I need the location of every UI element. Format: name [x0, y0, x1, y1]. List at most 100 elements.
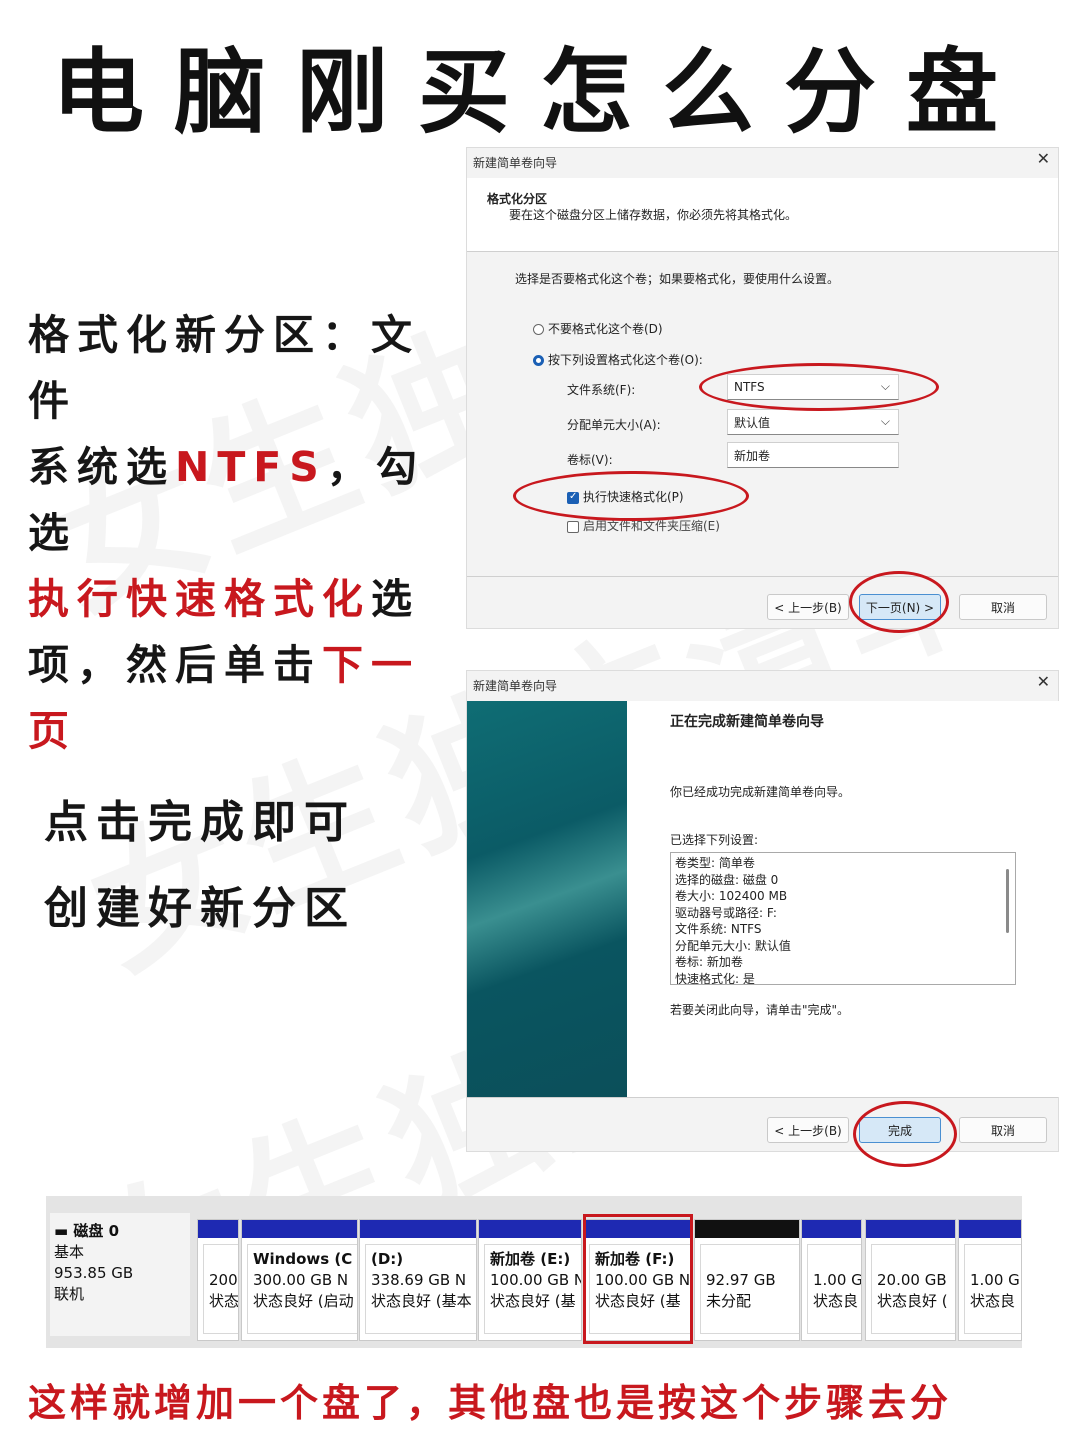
partition-details: 92.97 GB 未分配 — [700, 1244, 799, 1334]
close-icon[interactable]: ✕ — [1037, 149, 1050, 168]
radio-format[interactable]: 按下列设置格式化这个卷(O): — [533, 351, 703, 368]
divider — [467, 576, 1058, 577]
setting-line: 驱动器号或路径: F: — [675, 905, 777, 920]
chevron-down-icon: ⌵ — [880, 379, 890, 393]
highlighted-text: NTFS — [175, 443, 327, 491]
finish-button[interactable]: 完成 — [859, 1117, 941, 1143]
partition-block[interactable]: 1.00 G 状态良 — [801, 1219, 862, 1341]
filesystem-select[interactable]: NTFS ⌵ — [727, 374, 899, 400]
partition-status: 状态 — [209, 1292, 238, 1310]
partition-block[interactable]: 1.00 G 状态良 — [958, 1219, 1022, 1341]
partition-type-bar — [959, 1220, 1021, 1238]
radio-selected-icon — [533, 355, 544, 366]
scrollbar[interactable] — [1006, 869, 1009, 933]
instruction-text: 格式化新分区：文件 — [28, 311, 420, 425]
settings-summary-box[interactable]: 卷类型: 简单卷 选择的磁盘: 磁盘 0 卷大小: 102400 MB 驱动器号或路径… — [670, 852, 1016, 985]
partition-type-bar — [360, 1220, 476, 1238]
back-button[interactable]: < 上一步(B) — [767, 1117, 849, 1143]
checkbox-icon — [567, 520, 579, 533]
close-icon[interactable]: ✕ — [1037, 672, 1050, 691]
setting-line: 文件系统: NTFS — [675, 922, 762, 936]
disk-size: 953.85 GB — [54, 1264, 134, 1282]
cancel-button[interactable]: 取消 — [959, 594, 1047, 620]
back-button[interactable]: < 上一步(B) — [767, 594, 849, 620]
quick-format-checkbox[interactable]: 执行快速格式化(P) — [567, 488, 684, 505]
format-prompt: 选择是否要格式化这个卷；如果要格式化，要使用什么设置。 — [515, 272, 840, 286]
wizard-content: 正在完成新建简单卷向导 你已经成功完成新建简单卷向导。 已选择下列设置: 卷类型… — [627, 701, 1059, 1097]
header-description: 要在这个磁盘分区上储存数据，你必须先将其格式化。 — [509, 208, 798, 222]
partition-block[interactable]: 20.00 GB 状态良好 ( — [865, 1219, 956, 1341]
disk-type: 基本 — [54, 1243, 85, 1261]
instruction-text: 项，然后单击 — [28, 641, 322, 689]
partition-block[interactable]: 92.97 GB 未分配 — [694, 1219, 800, 1341]
partition-details: 20.00 GB 状态良好 ( — [871, 1244, 955, 1334]
bottom-note: 这样就增加一个盘了，其他盘也是按这个步骤去分 — [28, 1381, 953, 1425]
partition-type-bar — [866, 1220, 955, 1238]
partition-size: 1.00 G — [813, 1271, 861, 1289]
step2-line: 点击完成即可 — [44, 797, 356, 848]
partition-status: 状态良 — [813, 1292, 859, 1310]
format-partition-dialog: 新建简单卷向导 ✕ 格式化分区 要在这个磁盘分区上储存数据，你必须先将其格式化。… — [466, 147, 1059, 633]
highlight-box — [583, 1214, 693, 1344]
disk-status: 联机 — [54, 1285, 85, 1303]
allocation-select[interactable]: 默认值 ⌵ — [727, 409, 899, 435]
instruction-text: 系统选 — [28, 443, 175, 491]
selected-settings-label: 已选择下列设置: — [670, 833, 759, 847]
divider — [467, 1097, 1058, 1098]
setting-line: 分配单元大小: 默认值 — [675, 938, 791, 953]
partition-size: 338.69 GB N — [371, 1271, 467, 1289]
partition-status: 状态良好 (基 — [490, 1292, 576, 1310]
step1-line: 系统选NTFS，勾选 — [28, 434, 448, 566]
checkbox-checked-icon — [567, 491, 579, 504]
header-title: 格式化分区 — [487, 192, 548, 206]
step1-line: 格式化新分区：文件 — [28, 302, 448, 434]
success-text: 你已经成功完成新建简单卷向导。 — [670, 785, 851, 799]
next-button[interactable]: 下一页(N) > — [859, 594, 941, 620]
partition-status: 状态良好 (基本 — [371, 1292, 472, 1310]
disk-icon: ▬ — [54, 1222, 74, 1240]
partition-type-bar — [802, 1220, 861, 1238]
volume-label-input[interactable]: 新加卷 — [727, 442, 899, 468]
radio-icon — [533, 324, 544, 335]
volume-label: 卷标(V): — [567, 453, 613, 467]
partition-name: 新加卷 (E:) — [490, 1250, 571, 1268]
partition-type-bar — [695, 1220, 799, 1238]
dialog-header: 格式化分区 要在这个磁盘分区上储存数据，你必须先将其格式化。 — [467, 178, 1058, 252]
completion-heading: 正在完成新建简单卷向导 — [670, 714, 824, 730]
partition-status: 状态良 — [970, 1292, 1016, 1310]
page-title: 电脑刚买怎么分盘 — [51, 39, 1028, 146]
setting-line: 卷标: 新加卷 — [675, 955, 743, 969]
partition-details: 1.00 G 状态良 — [807, 1244, 861, 1334]
partition-type-bar — [242, 1220, 357, 1238]
instruction-text: 选 — [371, 575, 420, 623]
partition-details: Windows (C 300.00 GB N 状态良好 (启动 — [247, 1244, 357, 1334]
step1-instructions: 格式化新分区：文件 系统选NTFS，勾选执行快速格式化选项，然后单击下一页 — [28, 302, 448, 764]
partition-name: (D:) — [371, 1250, 404, 1268]
wizard-side-banner — [467, 701, 627, 1097]
partition-block[interactable]: 新加卷 (E:) 100.00 GB N 状态良好 (基 — [478, 1219, 582, 1341]
compress-checkbox[interactable]: 启用文件和文件夹压缩(E) — [567, 517, 720, 534]
partition-type-bar — [479, 1220, 581, 1238]
partition-size: 100.00 GB N — [490, 1271, 581, 1289]
disk-info: ▬ 磁盘 0 基本 953.85 GB 联机 — [50, 1213, 190, 1336]
partition-size: 300.00 GB N — [253, 1271, 349, 1289]
partition-status: 状态良好 ( — [877, 1292, 948, 1310]
partition-block[interactable]: (D:) 338.69 GB N 状态良好 (基本 — [359, 1219, 477, 1341]
partition-block[interactable]: Windows (C 300.00 GB N 状态良好 (启动 — [241, 1219, 358, 1341]
partition-block[interactable]: 200 状态 — [197, 1219, 239, 1341]
partition-size: 20.00 GB — [877, 1271, 947, 1289]
step1-line: 项，然后单击下一页 — [28, 632, 448, 764]
step2-line: 创建好新分区 — [44, 883, 356, 934]
dialog-title: 新建简单卷向导 — [473, 156, 558, 170]
partition-details: (D:) 338.69 GB N 状态良好 (基本 — [365, 1244, 476, 1334]
cancel-button[interactable]: 取消 — [959, 1117, 1047, 1143]
setting-line: 快速格式化: 是 — [675, 971, 755, 985]
completion-dialog: 新建简单卷向导 ✕ 正在完成新建简单卷向导 你已经成功完成新建简单卷向导。 已选… — [466, 670, 1059, 1167]
allocation-label: 分配单元大小(A): — [567, 418, 661, 432]
partition-status: 未分配 — [706, 1292, 752, 1310]
highlighted-text: 执行快速格式化 — [28, 575, 371, 623]
step2-instructions: 点击完成即可 创建好新分区 — [44, 780, 444, 952]
radio-no-format[interactable]: 不要格式化这个卷(D) — [533, 320, 663, 337]
chevron-down-icon: ⌵ — [880, 414, 890, 428]
filesystem-label: 文件系统(F): — [567, 383, 636, 397]
